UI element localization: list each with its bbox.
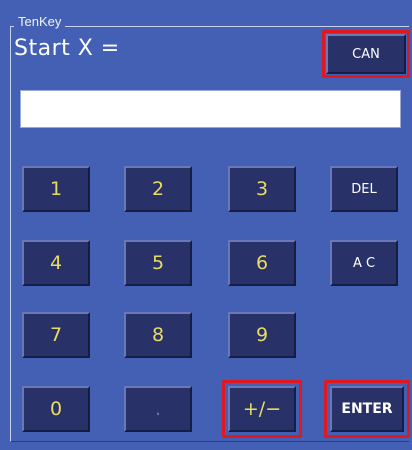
key-0[interactable]: 0	[22, 386, 90, 432]
delete-button[interactable]: DEL	[330, 166, 398, 212]
key-9[interactable]: 9	[228, 312, 296, 358]
key-2[interactable]: 2	[124, 166, 192, 212]
prompt-label: Start X =	[14, 36, 120, 61]
cancel-button[interactable]: CAN	[326, 34, 406, 74]
tenkey-panel: TenKey Start X = CAN 1 2 3 DEL 4 5 6 A C…	[0, 0, 412, 450]
group-frame	[10, 26, 409, 442]
group-title: TenKey	[14, 14, 66, 29]
enter-button[interactable]: ENTER	[330, 386, 404, 432]
key-6[interactable]: 6	[228, 240, 296, 286]
key-1[interactable]: 1	[22, 166, 90, 212]
key-4[interactable]: 4	[22, 240, 90, 286]
all-clear-button[interactable]: A C	[330, 240, 398, 286]
value-display[interactable]	[20, 90, 401, 128]
key-8[interactable]: 8	[124, 312, 192, 358]
decimal-point-button[interactable]: .	[124, 386, 192, 432]
sign-toggle-button[interactable]: +/−	[228, 386, 296, 432]
key-3[interactable]: 3	[228, 166, 296, 212]
key-7[interactable]: 7	[22, 312, 90, 358]
key-5[interactable]: 5	[124, 240, 192, 286]
